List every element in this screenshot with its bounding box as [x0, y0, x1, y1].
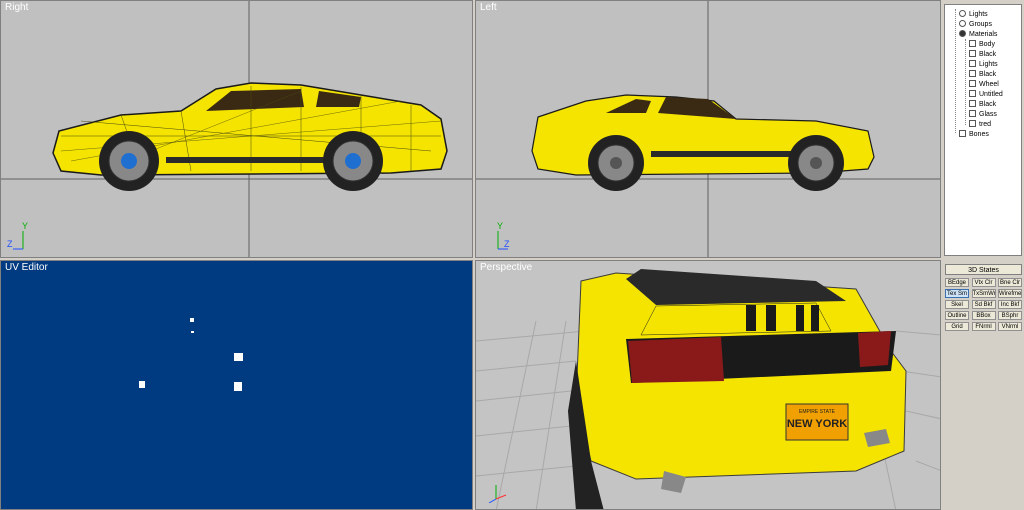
car-rear-perspective-render: NEW YORK EMPIRE STATE — [476, 269, 940, 509]
tree-item-label: Lights — [969, 11, 988, 18]
state-button-skel[interactable]: Skel — [945, 300, 969, 309]
state-button-bne-clr[interactable]: Bne Clr — [998, 278, 1022, 287]
axis-gizmo: Y Z — [7, 221, 29, 250]
state-button-txsmwr[interactable]: TxSmWr — [971, 289, 996, 298]
tree-icon — [969, 50, 976, 57]
tree-connector — [955, 9, 956, 133]
tree-item-label: Black — [979, 101, 997, 108]
tree-item-label: Black — [979, 71, 997, 78]
tree-item-bones[interactable]: Bones — [959, 130, 989, 140]
tree-item-lights[interactable]: Lights — [959, 10, 988, 20]
3d-states-title: 3D States — [945, 264, 1022, 275]
tree-item-label: Groups — [969, 21, 992, 28]
car-side-left-render — [476, 1, 940, 257]
tree-item-groups[interactable]: Groups — [959, 20, 992, 30]
state-button-tex-sm[interactable]: Tex Sm — [945, 289, 969, 298]
tree-item-label: Black — [979, 51, 997, 58]
tree-icon — [969, 60, 976, 67]
state-button-vnrml[interactable]: VNrml — [998, 322, 1022, 331]
car-side-right-render — [1, 1, 472, 257]
viewport-perspective[interactable]: Perspective NEW YORK EMPIRE STATE — [475, 260, 941, 510]
tree-icon — [969, 70, 976, 77]
state-button-bsphr[interactable]: BSphr — [998, 311, 1022, 320]
tree-icon — [969, 100, 976, 107]
state-button-sd-bkf[interactable]: Sd Bkf — [971, 300, 996, 309]
viewport-label: Perspective — [480, 262, 533, 273]
tree-item-label: Lights — [979, 61, 998, 68]
axis-gizmo: Y Z — [497, 221, 510, 250]
state-button-outline[interactable]: Outline — [945, 311, 969, 320]
axis-gizmo — [484, 477, 510, 503]
state-button-bbox[interactable]: BBox — [971, 311, 996, 320]
tree-icon — [969, 110, 976, 117]
state-button-inc-bkf[interactable]: Inc Bkf — [998, 300, 1022, 309]
tree-icon — [959, 130, 966, 137]
scene-tree-panel[interactable]: Lights Groups Materials Body Black Lights Blac… — [944, 4, 1022, 256]
state-button-fnrml[interactable]: FNrml — [971, 322, 996, 331]
state-button-grid[interactable]: Grid — [945, 322, 969, 331]
tree-item-material-1[interactable]: Black — [969, 50, 996, 60]
viewport-label: UV Editor — [5, 262, 48, 273]
tree-icon — [969, 90, 976, 97]
tree-icon — [969, 80, 976, 87]
tree-item-label: Bones — [969, 131, 989, 138]
3d-states-panel: 3D States BEdge Vtx Clr Bne Clr Tex Sm TxSmW… — [944, 262, 1022, 334]
state-button-bedge[interactable]: BEdge — [945, 278, 969, 287]
tree-connector — [965, 39, 966, 125]
viewport-uv-editor[interactable]: UV Editor — [0, 260, 473, 510]
tree-item-label: tred — [979, 121, 992, 128]
tree-item-material-0[interactable]: Body — [969, 40, 995, 50]
tree-icon — [969, 40, 976, 47]
state-button-vtx-clr[interactable]: Vtx Clr — [971, 278, 996, 287]
viewport-right[interactable]: Right Y Z — [0, 0, 473, 258]
license-plate-text: NEW YORK — [787, 418, 847, 430]
tree-item-material-3[interactable]: Black — [969, 70, 996, 80]
tree-icon — [969, 120, 976, 127]
tree-item-label: Glass — [979, 111, 997, 118]
state-button-wirefme[interactable]: Wirefme — [998, 289, 1022, 298]
tree-item-material-2[interactable]: Lights — [969, 60, 998, 70]
uv-islands — [139, 318, 243, 391]
license-plate-top: EMPIRE STATE — [799, 409, 836, 415]
tree-item-label: Body — [979, 41, 995, 48]
tree-item-label: Untitled — [979, 91, 1003, 98]
tree-icon — [959, 30, 966, 37]
tree-item-material-6[interactable]: Black — [969, 100, 996, 110]
viewport-left[interactable]: Left Y Z — [475, 0, 941, 258]
tree-item-label: Wheel — [979, 81, 999, 88]
tree-item-material-5[interactable]: Untitled — [969, 90, 1003, 100]
tree-item-label: Materials — [969, 31, 998, 38]
tree-item-material-7[interactable]: Glass — [969, 110, 997, 120]
tree-item-material-4[interactable]: Wheel — [969, 80, 999, 90]
viewport-label: Left — [480, 2, 497, 13]
tree-item-material-8[interactable]: tred — [969, 120, 991, 130]
tree-icon — [959, 10, 966, 17]
viewport-label: Right — [5, 2, 29, 13]
tree-icon — [959, 20, 966, 27]
